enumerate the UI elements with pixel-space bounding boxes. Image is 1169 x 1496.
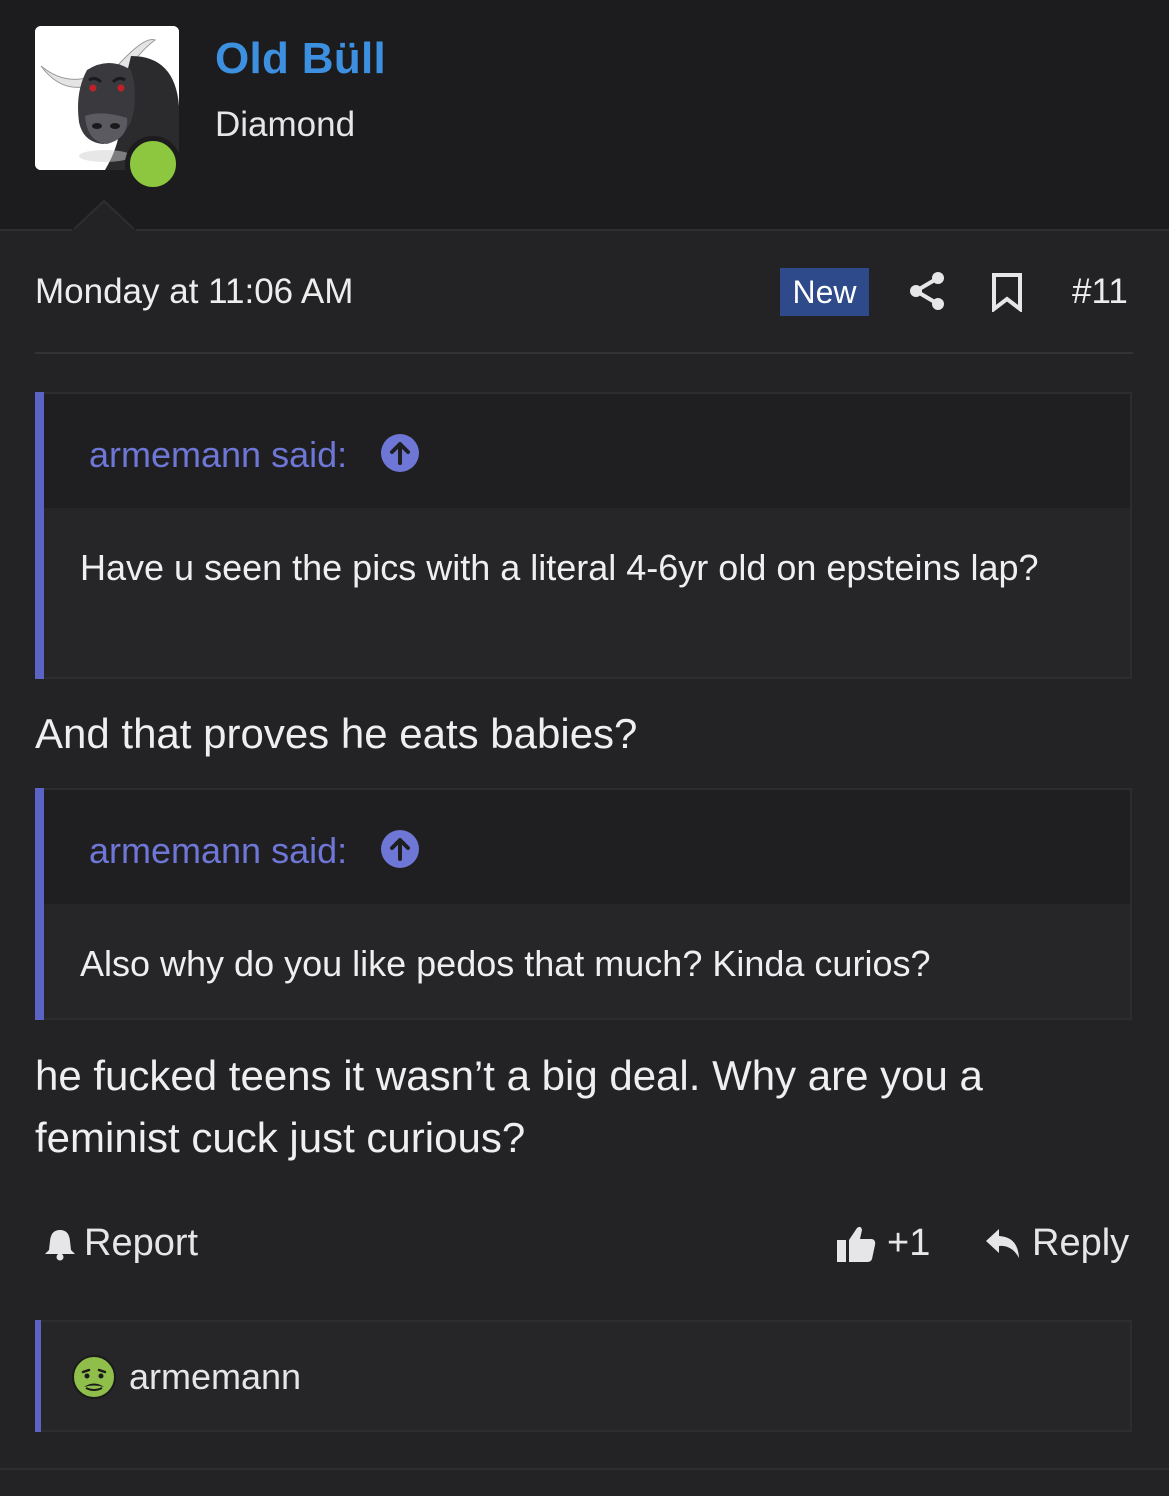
- reply-text: And that proves he eats babies?: [35, 710, 638, 757]
- jump-to-quote-icon[interactable]: [381, 830, 419, 868]
- header-pointer-arrow: [72, 199, 136, 231]
- username-link[interactable]: Old Büll: [215, 34, 386, 84]
- bookmark-icon[interactable]: [991, 272, 1023, 312]
- reply-text: he fucked teens it wasn’t a big deal. Wh…: [35, 1052, 983, 1161]
- bell-icon: [45, 1229, 75, 1260]
- post-number-link[interactable]: #11: [1072, 272, 1128, 312]
- quote-author-link[interactable]: armemann said:: [89, 434, 347, 476]
- quote-header: armemann said:: [44, 790, 1130, 904]
- jump-to-quote-icon[interactable]: [381, 434, 419, 472]
- meta-divider: [35, 352, 1133, 354]
- reply-button[interactable]: Reply: [984, 1222, 1129, 1265]
- reactions-bar[interactable]: armemann: [35, 1320, 1132, 1432]
- quote-block: armemann said: Also why do you like pedo…: [35, 788, 1132, 1020]
- quote-bar: [35, 788, 44, 1020]
- reaction-username-link[interactable]: armemann: [129, 1356, 301, 1398]
- reactions-bar-accent: [35, 1320, 41, 1432]
- share-icon[interactable]: [908, 270, 946, 312]
- like-count: +1: [887, 1222, 931, 1264]
- like-button[interactable]: +1: [835, 1222, 930, 1265]
- post-container: Old Büll Diamond Monday at 11:06 AM New …: [0, 0, 1169, 1496]
- quote-bar: [35, 392, 44, 679]
- post-date-link[interactable]: Monday at 11:06 AM: [35, 272, 353, 312]
- report-button[interactable]: Report: [44, 1222, 198, 1265]
- reply-arrow-icon: [986, 1228, 1019, 1258]
- reply-label: Reply: [1032, 1222, 1130, 1264]
- report-label: Report: [84, 1222, 199, 1264]
- online-status-indicator: [125, 136, 181, 192]
- nauseated-face-icon: [72, 1355, 116, 1399]
- user-title: Diamond: [215, 105, 356, 144]
- header-divider: [0, 229, 1169, 231]
- quote-block: armemann said: Have u seen the pics with…: [35, 392, 1132, 679]
- thumbs-up-icon: [837, 1226, 876, 1262]
- post-bottom-divider: [0, 1468, 1169, 1470]
- quote-author-link[interactable]: armemann said:: [89, 830, 347, 872]
- quote-header: armemann said:: [44, 394, 1130, 508]
- quote-text: Also why do you like pedos that much? Ki…: [80, 943, 931, 984]
- new-badge: New: [780, 268, 869, 316]
- quote-text: Have u seen the pics with a literal 4-6y…: [80, 547, 1039, 588]
- user-header: Old Büll Diamond: [0, 0, 1169, 231]
